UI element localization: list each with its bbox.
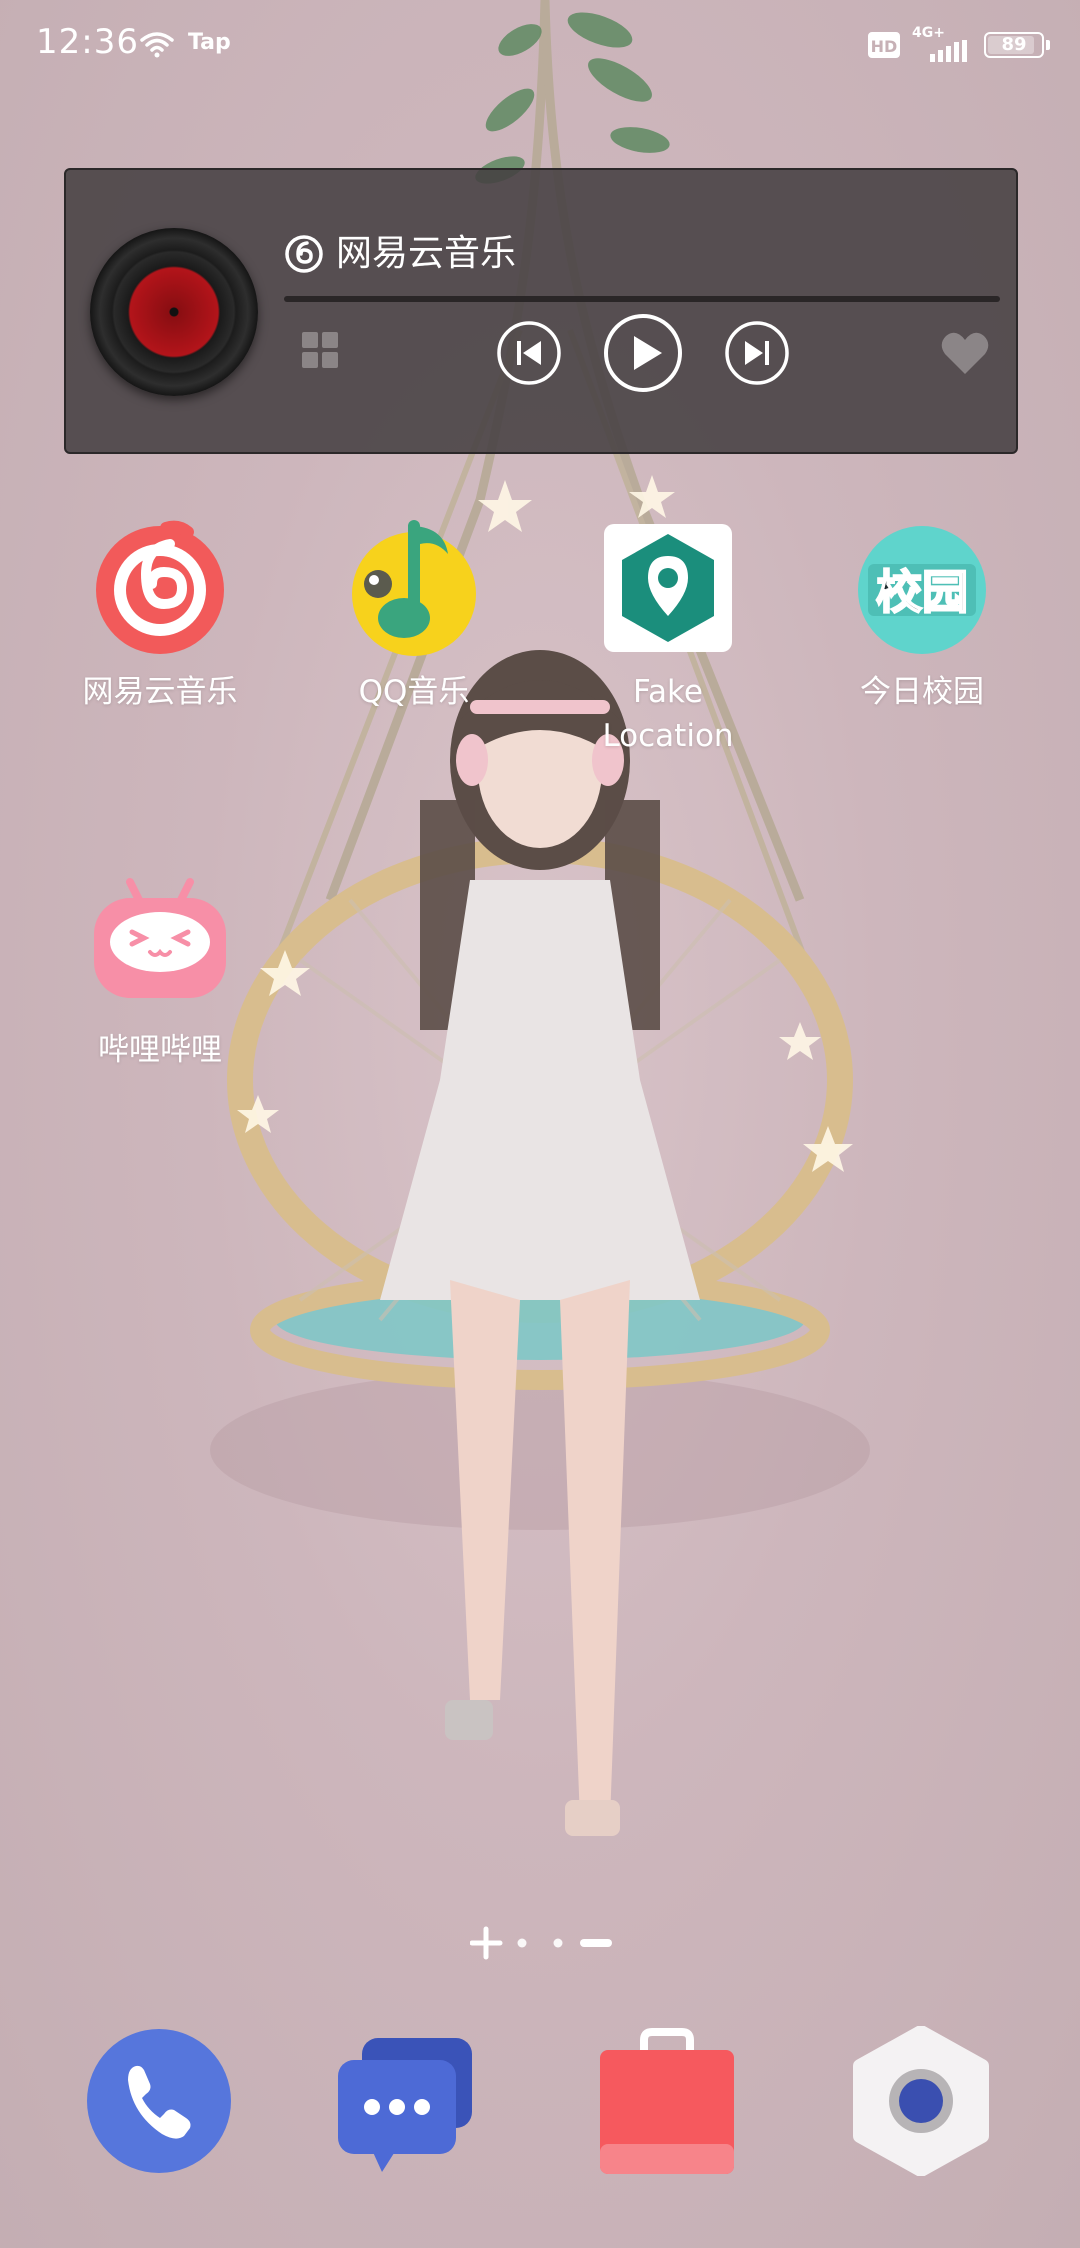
previous-track-icon[interactable]	[496, 320, 562, 386]
app-label: 网易云音乐	[82, 674, 238, 710]
app-bilibili[interactable]: 哔哩哔哩	[50, 876, 270, 1072]
svg-text:校园: 校园	[876, 565, 968, 619]
page-dot[interactable]	[517, 1938, 527, 1948]
phone-icon[interactable]	[84, 2026, 234, 2176]
dock-phone[interactable]	[84, 2026, 234, 2176]
wifi-icon	[140, 32, 174, 58]
status-bar: 12:36 Tap HD 4G+ 89	[0, 0, 1080, 92]
status-time: 12:36	[36, 22, 139, 62]
playback-progress-bar[interactable]	[284, 296, 1000, 302]
battery-cap	[1046, 40, 1050, 50]
bilibili-icon[interactable]	[90, 876, 230, 1016]
dock-app-store[interactable]	[592, 2026, 742, 2176]
battery-icon: 89	[984, 32, 1044, 58]
app-label: QQ音乐	[358, 674, 470, 710]
qq-music-icon[interactable]	[344, 518, 484, 658]
dock-messages[interactable]	[334, 2026, 484, 2176]
heart-icon[interactable]	[940, 330, 990, 376]
hd-badge: HD	[868, 32, 900, 58]
music-player-widget[interactable]: 网易云音乐	[64, 168, 1018, 454]
netease-logo-icon	[285, 235, 323, 273]
page-dot-active[interactable]	[580, 1939, 612, 1947]
dock-camera[interactable]	[846, 2025, 996, 2177]
next-track-icon[interactable]	[724, 320, 790, 386]
add-page-icon[interactable]	[469, 1926, 503, 1960]
vinyl-record-icon[interactable]	[90, 228, 258, 396]
app-qq-music[interactable]: QQ音乐	[304, 518, 524, 714]
signal-strength-icon	[930, 40, 967, 62]
today-campus-icon[interactable]: 校园	[852, 518, 992, 658]
app-fake-location[interactable]: Fake Location	[558, 518, 778, 758]
play-icon[interactable]	[602, 312, 684, 394]
app-label: 哔哩哔哩	[98, 1032, 222, 1068]
tap-status-label: Tap	[188, 30, 231, 55]
app-netease-music[interactable]: 网易云音乐	[50, 518, 270, 714]
fake-location-icon[interactable]	[598, 518, 738, 658]
app-today-campus[interactable]: 校园 今日校园	[812, 518, 1032, 714]
network-type: 4G+	[912, 25, 945, 41]
camera-icon[interactable]	[846, 2025, 996, 2177]
messages-icon[interactable]	[334, 2026, 484, 2176]
app-store-bag-icon[interactable]	[592, 2026, 742, 2176]
app-label: 今日校园	[860, 674, 984, 710]
widget-app-name: 网易云音乐	[336, 233, 517, 274]
page-dot[interactable]	[553, 1938, 563, 1948]
page-indicator[interactable]	[469, 1926, 620, 1960]
grid-icon[interactable]	[300, 330, 340, 370]
battery-level: 89	[1001, 34, 1027, 55]
app-label: Fake Location	[602, 674, 734, 754]
netease-music-icon[interactable]	[90, 518, 230, 658]
